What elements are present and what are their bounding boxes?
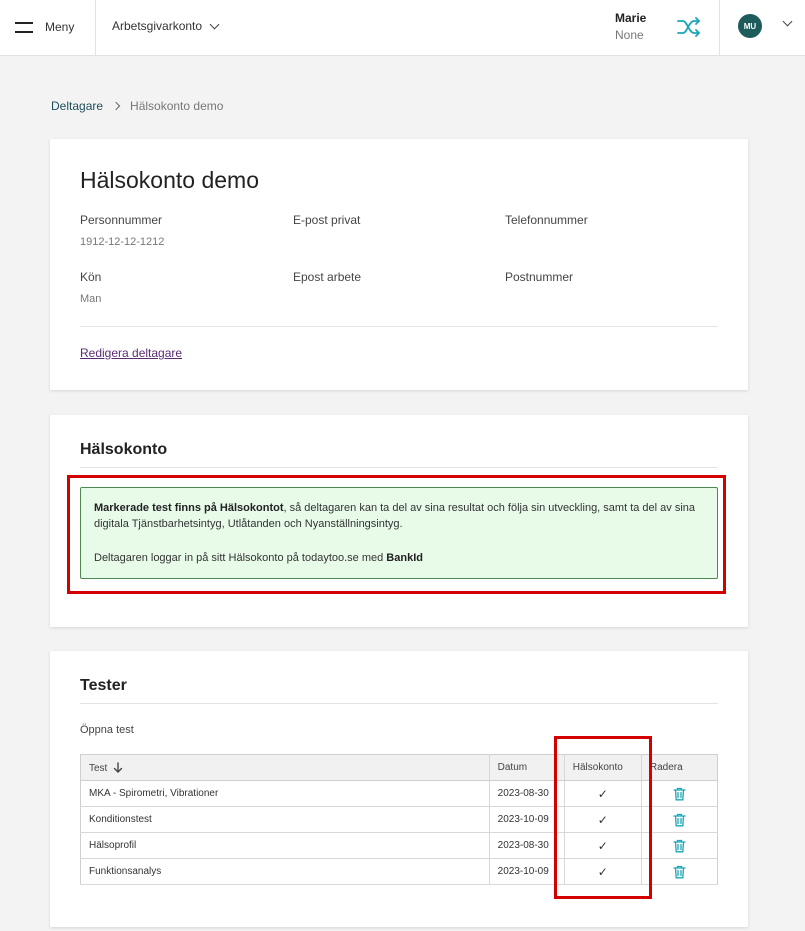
top-bar: Meny Arbetsgivarkonto Marie None MU xyxy=(0,0,805,56)
trash-icon[interactable] xyxy=(673,813,686,827)
highlight-box-info xyxy=(67,475,726,594)
field-value-personnummer: 1912-12-12-1212 xyxy=(80,236,165,248)
test-date: 2023-08-30 xyxy=(488,780,565,807)
divider xyxy=(80,326,718,327)
tests-title: Tester xyxy=(80,677,127,694)
employer-account-dropdown[interactable]: Arbetsgivarkonto xyxy=(112,19,220,33)
breadcrumb-current: Hälsokonto demo xyxy=(130,99,224,113)
chevron-down-icon xyxy=(209,19,220,29)
column-header-test-label: Test xyxy=(89,762,108,774)
user-info: Marie None xyxy=(615,11,646,42)
menu-label: Meny xyxy=(45,20,75,34)
health-account-title: Hälsokonto xyxy=(80,441,168,458)
column-header-test[interactable]: Test xyxy=(80,754,490,781)
user-name: Marie xyxy=(615,11,647,25)
avatar[interactable]: MU xyxy=(738,14,762,38)
test-name[interactable]: Funktionsanalys xyxy=(80,858,490,885)
field-label-private-email: E-post privat xyxy=(293,213,361,227)
page-title: Hälsokonto demo xyxy=(80,167,259,193)
edit-participant-link[interactable]: Redigera deltagare xyxy=(80,346,182,360)
divider xyxy=(80,703,718,704)
delete-cell xyxy=(640,832,718,859)
field-label-personnummer: Personnummer xyxy=(80,213,163,227)
test-date: 2023-10-09 xyxy=(488,806,565,833)
field-label-work-email: Epost arbete xyxy=(293,270,362,284)
test-date: 2023-10-09 xyxy=(488,858,565,885)
test-name[interactable]: MKA - Spirometri, Vibrationer xyxy=(80,780,490,807)
chevron-right-icon xyxy=(111,101,121,111)
chevron-down-icon[interactable] xyxy=(782,16,793,27)
column-header-delete: Radera xyxy=(640,754,718,781)
menu-button[interactable]: Meny xyxy=(15,17,74,37)
test-date: 2023-08-30 xyxy=(488,832,565,859)
field-label-phone: Telefonnummer xyxy=(505,213,588,227)
delete-cell xyxy=(640,780,718,807)
hamburger-icon xyxy=(15,21,33,33)
trash-icon[interactable] xyxy=(673,865,686,879)
header-divider xyxy=(95,0,96,56)
header-divider xyxy=(719,0,720,56)
highlight-box-health-column xyxy=(554,736,652,899)
field-label-postal-code: Postnummer xyxy=(505,270,574,284)
breadcrumb-participants-link[interactable]: Deltagare xyxy=(51,99,103,113)
test-name[interactable]: Hälsoprofil xyxy=(80,832,490,859)
delete-cell xyxy=(640,806,718,833)
delete-cell xyxy=(640,858,718,885)
column-header-date: Datum xyxy=(488,754,565,781)
field-value-gender: Man xyxy=(80,293,102,305)
test-name[interactable]: Konditionstest xyxy=(80,806,490,833)
open-tests-label: Öppna test xyxy=(80,724,134,736)
participant-card: Hälsokonto demo Personnummer 1912-12-12-… xyxy=(50,139,748,390)
user-role: None xyxy=(615,28,644,42)
shuffle-icon[interactable] xyxy=(676,16,702,38)
breadcrumb: Deltagare Hälsokonto demo xyxy=(51,99,223,113)
employer-account-label: Arbetsgivarkonto xyxy=(112,19,203,33)
field-label-gender: Kön xyxy=(80,270,102,284)
arrow-down-icon xyxy=(114,761,123,773)
trash-icon[interactable] xyxy=(673,787,686,801)
divider xyxy=(80,467,718,468)
trash-icon[interactable] xyxy=(673,839,686,853)
